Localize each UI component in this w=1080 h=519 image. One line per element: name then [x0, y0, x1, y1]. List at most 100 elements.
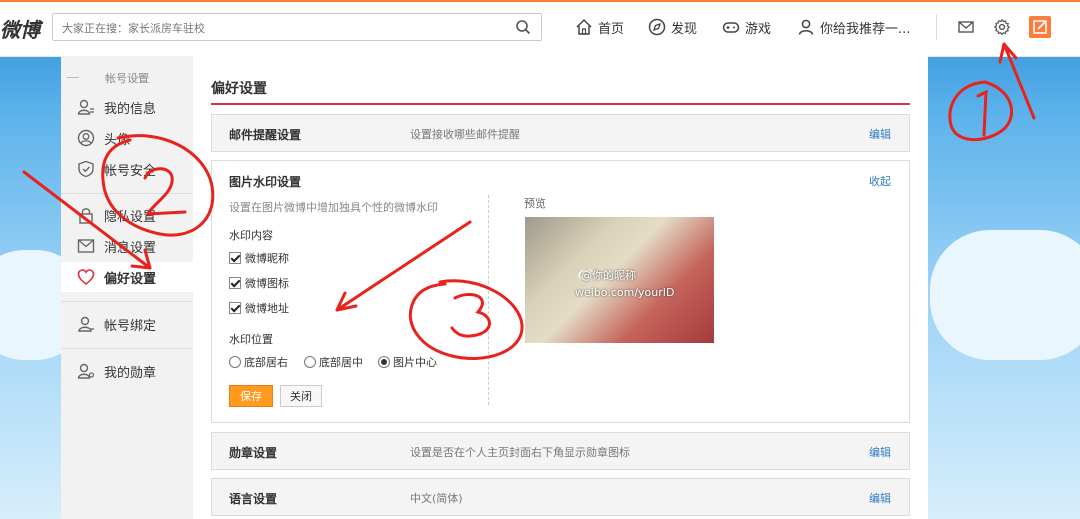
radio-label: 底部居右	[244, 356, 288, 369]
edit-link[interactable]: 编辑	[869, 126, 891, 142]
sidebar-item-my-medals[interactable]: 我的勋章	[61, 356, 193, 386]
nav-games[interactable]: 游戏	[722, 16, 771, 38]
top-navigation-bar: 微博 大家正在搜：家长派房车驻校 首页 发现 游戏 你给我推荐一...	[0, 0, 1080, 57]
background-cloud	[930, 230, 1080, 360]
nav-games-label: 游戏	[745, 21, 772, 37]
checkbox-nickname[interactable]: 微博昵称	[229, 251, 289, 265]
gear-icon[interactable]	[993, 18, 1011, 36]
sidebar-item-message-settings[interactable]: 消息设置	[61, 231, 193, 261]
checkbox-weibo-url[interactable]: 微博地址	[229, 301, 289, 315]
top-accent-line	[0, 0, 1080, 2]
nav-home[interactable]: 首页	[575, 16, 624, 38]
nav-profile-label: 你给我推荐一...	[820, 21, 911, 37]
checkbox-checked[interactable]	[229, 277, 241, 289]
sidebar-item-avatar[interactable]: 头像	[61, 123, 193, 153]
nav-profile[interactable]: 你给我推荐一...	[797, 16, 910, 38]
edit-link[interactable]: 编辑	[869, 490, 891, 506]
edit-link[interactable]: 编辑	[869, 444, 891, 460]
radio-circle[interactable]	[304, 356, 316, 368]
sidebar-item-label: 我的勋章	[104, 366, 157, 381]
close-button[interactable]: 关闭	[280, 385, 322, 407]
lock-icon	[79, 208, 93, 224]
sidebar-divider	[61, 193, 193, 194]
dashed-divider	[488, 195, 489, 405]
sidebar-item-label: 隐私设置	[104, 210, 157, 225]
avatar-icon	[77, 129, 95, 147]
sidebar-item-label: 帐号安全	[104, 164, 157, 179]
checkbox-checked[interactable]	[229, 302, 241, 314]
watermark-content-label: 水印内容	[229, 229, 273, 242]
sidebar-item-preferences[interactable]: 偏好设置	[61, 262, 193, 292]
user-icon	[798, 19, 814, 35]
radio-circle[interactable]	[229, 356, 241, 368]
weibo-logo[interactable]: 微博	[0, 14, 40, 43]
radio-bottom-center[interactable]: 底部居中	[304, 355, 363, 369]
compass-icon	[648, 18, 666, 36]
sidebar-divider	[61, 348, 193, 349]
watermark-settings-box: 图片水印设置 收起 设置在图片微博中增加独具个性的微博水印 水印内容 微博昵称 …	[211, 160, 910, 423]
search-box[interactable]: 大家正在搜：家长派房车驻校	[52, 13, 542, 41]
sidebar-divider	[61, 301, 193, 302]
row-description: 中文(简体)	[410, 492, 463, 505]
preview-nickname: @你的昵称	[581, 269, 636, 282]
shield-icon	[78, 160, 94, 178]
annotation-circle-1	[948, 80, 1014, 142]
annotation-number-1	[976, 89, 988, 137]
sidebar-item-my-info[interactable]: 我的信息	[61, 92, 193, 122]
sidebar-item-label: 消息设置	[104, 241, 157, 256]
person-card-icon	[77, 99, 94, 115]
radio-image-center[interactable]: 图片中心	[378, 355, 437, 369]
checkbox-label: 微博地址	[245, 302, 289, 315]
preferences-panel: 偏好设置 邮件提醒设置 设置接收哪些邮件提醒 编辑 图片水印设置 收起 设置在图…	[193, 56, 928, 519]
nav-home-label: 首页	[598, 21, 625, 37]
preview-label: 预览	[524, 197, 546, 210]
collapse-link[interactable]: 收起	[869, 173, 891, 189]
email-reminder-row: 邮件提醒设置 设置接收哪些邮件提醒 编辑	[211, 114, 910, 152]
message-icon	[77, 239, 95, 253]
watermark-description: 设置在图片微博中增加独具个性的微博水印	[229, 201, 438, 214]
toolbar-divider	[936, 14, 937, 40]
sidebar-item-label: 帐号绑定	[104, 319, 157, 334]
medal-settings-row: 勋章设置 设置是否在个人主页封面右下角显示勋章图标 编辑	[211, 432, 910, 470]
checkbox-label: 微博图标	[245, 277, 289, 290]
language-settings-row: 语言设置 中文(简体) 编辑	[211, 478, 910, 516]
row-title: 邮件提醒设置	[229, 128, 302, 142]
row-title: 语言设置	[229, 492, 278, 506]
search-input[interactable]: 大家正在搜：家长派房车驻校	[62, 20, 205, 36]
nav-discover[interactable]: 发现	[648, 16, 697, 38]
medal-person-icon	[77, 363, 95, 379]
settings-sidebar: 帐号设置 我的信息 头像 帐号安全 隐私设置 消息设置 偏好设置 帐号绑定 我的…	[61, 56, 193, 519]
checkbox-label: 微博昵称	[245, 252, 289, 265]
sidebar-item-label: 头像	[104, 133, 131, 148]
checkbox-weibo-icon[interactable]: 微博图标	[229, 276, 289, 290]
checkbox-checked[interactable]	[229, 252, 241, 264]
radio-label: 底部居中	[319, 356, 363, 369]
mail-icon[interactable]	[957, 18, 975, 36]
search-icon[interactable]	[515, 19, 531, 35]
sidebar-item-privacy[interactable]: 隐私设置	[61, 200, 193, 230]
row-description: 设置是否在个人主页封面右下角显示勋章图标	[410, 446, 630, 459]
watermark-preview-image: @你的昵称 weibo.com/yourID	[525, 217, 714, 343]
radio-circle-selected[interactable]	[378, 356, 390, 368]
row-description: 设置接收哪些邮件提醒	[410, 128, 520, 141]
save-button[interactable]: 保存	[229, 385, 273, 407]
watermark-title: 图片水印设置	[229, 175, 302, 189]
row-title: 勋章设置	[229, 446, 278, 460]
nav-discover-label: 发现	[671, 21, 698, 37]
home-icon	[576, 18, 592, 35]
title-underline	[211, 103, 910, 105]
radio-bottom-right[interactable]: 底部居右	[229, 355, 288, 369]
sidebar-section-title: 帐号设置	[61, 70, 193, 86]
radio-label: 图片中心	[393, 356, 437, 369]
preview-url: weibo.com/yourID	[575, 286, 675, 299]
sidebar-item-account-binding[interactable]: 帐号绑定	[61, 309, 193, 339]
gamepad-icon	[722, 22, 740, 33]
compose-icon	[1033, 20, 1047, 34]
page-title: 偏好设置	[211, 81, 267, 97]
sidebar-item-label: 偏好设置	[104, 272, 157, 287]
heart-icon	[77, 269, 95, 286]
person-link-icon	[78, 316, 94, 332]
sidebar-item-label: 我的信息	[104, 102, 157, 117]
sidebar-item-account-security[interactable]: 帐号安全	[61, 154, 193, 184]
compose-button[interactable]	[1029, 16, 1051, 38]
